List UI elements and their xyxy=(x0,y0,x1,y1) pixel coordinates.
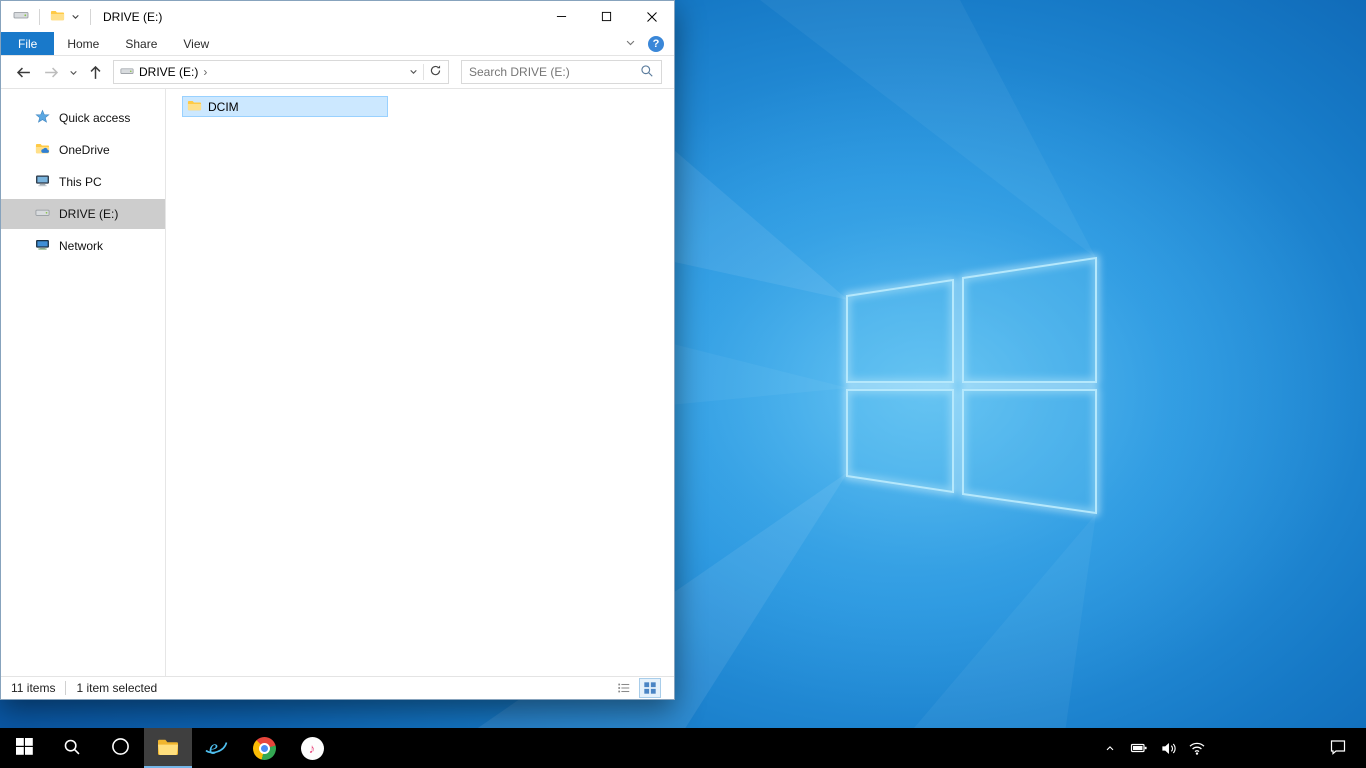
battery-icon[interactable] xyxy=(1130,739,1148,757)
expand-ribbon-chevron-icon[interactable] xyxy=(625,37,636,51)
action-center-icon xyxy=(1329,738,1347,759)
sidebar-item-this-pc[interactable]: This PC xyxy=(1,167,165,197)
ie-glyph: e xyxy=(209,737,218,759)
taskbar: e ♪ xyxy=(0,728,1366,768)
sidebar-item-drive-e[interactable]: DRIVE (E:) xyxy=(1,199,165,229)
cortana-icon xyxy=(111,737,130,759)
hidden-icons-chevron-icon[interactable] xyxy=(1101,739,1119,757)
address-divider xyxy=(423,64,424,80)
recent-locations-chevron-icon[interactable] xyxy=(65,59,81,85)
tab-view[interactable]: View xyxy=(170,32,222,55)
file-list[interactable]: DCIM xyxy=(166,89,674,676)
navigation-bar: DRIVE (E:) › xyxy=(1,56,674,89)
file-name: DCIM xyxy=(208,99,239,114)
status-bar: 11 items 1 item selected xyxy=(1,676,674,699)
folder-icon xyxy=(187,98,202,116)
titlebar[interactable]: DRIVE (E:) xyxy=(1,1,674,32)
help-button[interactable]: ? xyxy=(648,35,664,52)
wifi-icon[interactable] xyxy=(1188,739,1206,757)
chrome-button[interactable] xyxy=(240,728,288,768)
toolbar-separator xyxy=(39,8,40,25)
details-view-button[interactable] xyxy=(614,679,634,697)
status-divider xyxy=(65,681,67,695)
sidebar-item-quick-access[interactable]: Quick access xyxy=(1,103,165,133)
search-icon xyxy=(63,738,81,759)
ie-icon: e xyxy=(203,734,229,763)
forward-button[interactable] xyxy=(37,59,65,85)
tab-file-label: File xyxy=(18,36,38,51)
navigation-pane: Quick access OneDrive This PC DRIVE (E:)… xyxy=(1,89,166,676)
tab-share[interactable]: Share xyxy=(112,32,170,55)
action-center-button[interactable] xyxy=(1320,728,1356,768)
sidebar-item-onedrive[interactable]: OneDrive xyxy=(1,135,165,165)
search-box[interactable] xyxy=(461,60,662,84)
folder-properties-icon[interactable] xyxy=(50,8,65,26)
file-item-dcim[interactable]: DCIM xyxy=(182,96,388,117)
windows-logo-icon xyxy=(15,738,33,758)
taskbar-file-explorer-button[interactable] xyxy=(144,728,192,768)
sidebar-item-label: Quick access xyxy=(59,111,131,125)
music-note-icon: ♪ xyxy=(300,736,324,760)
tab-file[interactable]: File xyxy=(1,32,55,55)
refresh-button[interactable] xyxy=(429,64,442,80)
system-tray xyxy=(1101,728,1206,768)
sidebar-item-label: OneDrive xyxy=(59,143,110,157)
internet-explorer-button[interactable]: e xyxy=(192,728,240,768)
sidebar-item-network[interactable]: Network xyxy=(1,231,165,261)
customize-toolbar-chevron-icon[interactable] xyxy=(71,10,80,24)
volume-icon[interactable] xyxy=(1159,739,1177,757)
music-note-glyph: ♪ xyxy=(308,740,316,756)
this-pc-icon xyxy=(35,173,50,191)
cortana-button[interactable] xyxy=(96,728,144,768)
drive-icon xyxy=(120,64,134,81)
network-icon xyxy=(35,237,50,255)
sidebar-item-label: This PC xyxy=(59,175,102,189)
itunes-button[interactable]: ♪ xyxy=(288,728,336,768)
search-icon[interactable] xyxy=(640,64,654,81)
window-controls xyxy=(539,1,674,32)
items-count: 11 items xyxy=(11,681,56,695)
close-button[interactable] xyxy=(629,1,674,32)
toolbar-separator xyxy=(90,8,91,25)
sidebar-item-label: DRIVE (E:) xyxy=(59,207,119,221)
star-icon xyxy=(35,109,50,127)
onedrive-icon xyxy=(35,141,50,159)
help-label: ? xyxy=(652,37,660,50)
tab-share-label: Share xyxy=(125,36,158,51)
tab-home[interactable]: Home xyxy=(54,32,112,55)
minimize-button[interactable] xyxy=(539,1,584,32)
breadcrumb-separator[interactable]: › xyxy=(203,65,207,79)
drive-app-icon xyxy=(13,7,29,26)
selection-count: 1 item selected xyxy=(76,681,158,695)
search-input[interactable] xyxy=(469,65,640,79)
address-dropdown-chevron-icon[interactable] xyxy=(409,65,418,79)
folder-icon xyxy=(156,735,180,762)
file-explorer-window: DRIVE (E:) File Home Share View ? DRIVE … xyxy=(0,0,675,700)
back-button[interactable] xyxy=(9,59,37,85)
large-icons-view-button[interactable] xyxy=(639,678,661,698)
window-title: DRIVE (E:) xyxy=(103,9,163,24)
desktop: DRIVE (E:) File Home Share View ? DRIVE … xyxy=(0,0,1366,768)
sidebar-item-label: Network xyxy=(59,239,104,253)
maximize-button[interactable] xyxy=(584,1,629,32)
address-bar[interactable]: DRIVE (E:) › xyxy=(113,60,449,84)
ribbon-tabs: File Home Share View ? xyxy=(1,32,674,56)
quick-access-toolbar xyxy=(1,7,95,26)
taskbar-search-button[interactable] xyxy=(48,728,96,768)
start-button[interactable] xyxy=(0,728,48,768)
breadcrumb-location[interactable]: DRIVE (E:) xyxy=(139,65,198,79)
up-button[interactable] xyxy=(81,59,109,85)
tab-view-label: View xyxy=(183,36,210,51)
tab-home-label: Home xyxy=(67,36,100,51)
drive-icon xyxy=(35,205,50,223)
chrome-icon xyxy=(252,736,276,760)
